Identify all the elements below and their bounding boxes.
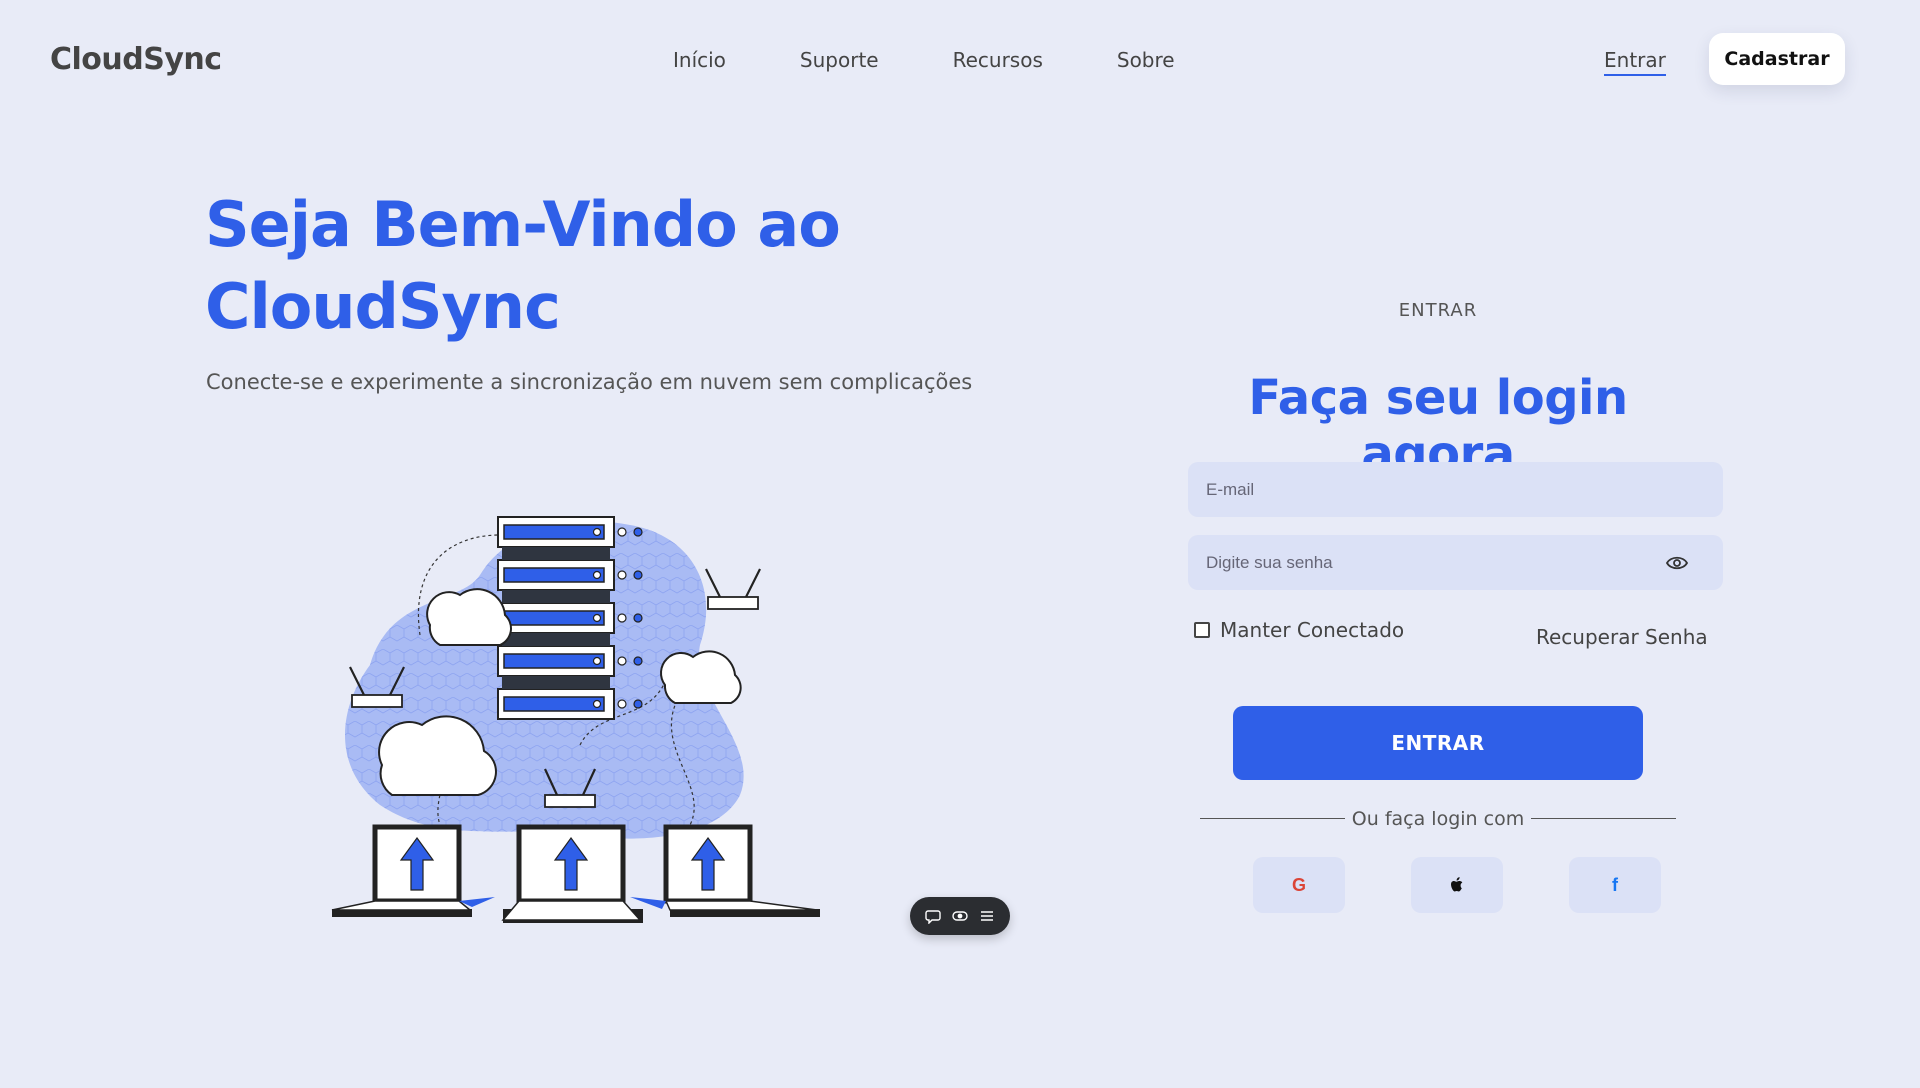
google-login-button[interactable]: G	[1253, 857, 1345, 913]
signup-button[interactable]: Cadastrar	[1709, 33, 1845, 85]
facebook-login-button[interactable]: f	[1569, 857, 1661, 913]
cloud-server-illustration	[331, 516, 820, 923]
remember-me[interactable]: Manter Conectado	[1194, 618, 1404, 642]
nav-item-sobre[interactable]: Sobre	[1117, 48, 1175, 72]
remember-checkbox[interactable]	[1194, 622, 1210, 638]
nav-item-recursos[interactable]: Recursos	[953, 48, 1043, 72]
email-field[interactable]	[1188, 462, 1723, 517]
show-password-icon[interactable]	[1666, 555, 1688, 571]
hero-title: Seja Bem-Vindo ao CloudSync	[205, 188, 841, 343]
facebook-icon: f	[1612, 874, 1618, 895]
login-divider: Ou faça login com	[1200, 808, 1676, 832]
divider-text: Ou faça login com	[1351, 808, 1525, 830]
recover-password-link[interactable]: Recuperar Senha	[1536, 625, 1708, 649]
password-field[interactable]	[1188, 535, 1723, 590]
apple-icon	[1451, 877, 1463, 892]
login-overline: ENTRAR	[1398, 300, 1478, 321]
comment-icon[interactable]	[924, 907, 942, 925]
main-nav: Início Suporte Recursos Sobre	[673, 48, 1249, 72]
logo[interactable]: CloudSync	[50, 42, 222, 77]
nav-item-suporte[interactable]: Suporte	[800, 48, 879, 72]
floating-toolbar	[910, 897, 1010, 935]
signin-link[interactable]: Entrar	[1604, 48, 1666, 76]
toggle-icon[interactable]	[951, 907, 969, 925]
google-icon: G	[1291, 874, 1306, 895]
remember-label: Manter Conectado	[1220, 618, 1405, 642]
divider-line-right	[1531, 818, 1676, 819]
hero-subtitle: Conecte-se e experimente a sincronização…	[206, 370, 973, 394]
nav-item-inicio[interactable]: Início	[673, 48, 726, 72]
login-submit-button[interactable]: ENTRAR	[1233, 706, 1643, 780]
menu-list-icon[interactable]	[978, 907, 996, 925]
apple-login-button[interactable]	[1411, 857, 1503, 913]
